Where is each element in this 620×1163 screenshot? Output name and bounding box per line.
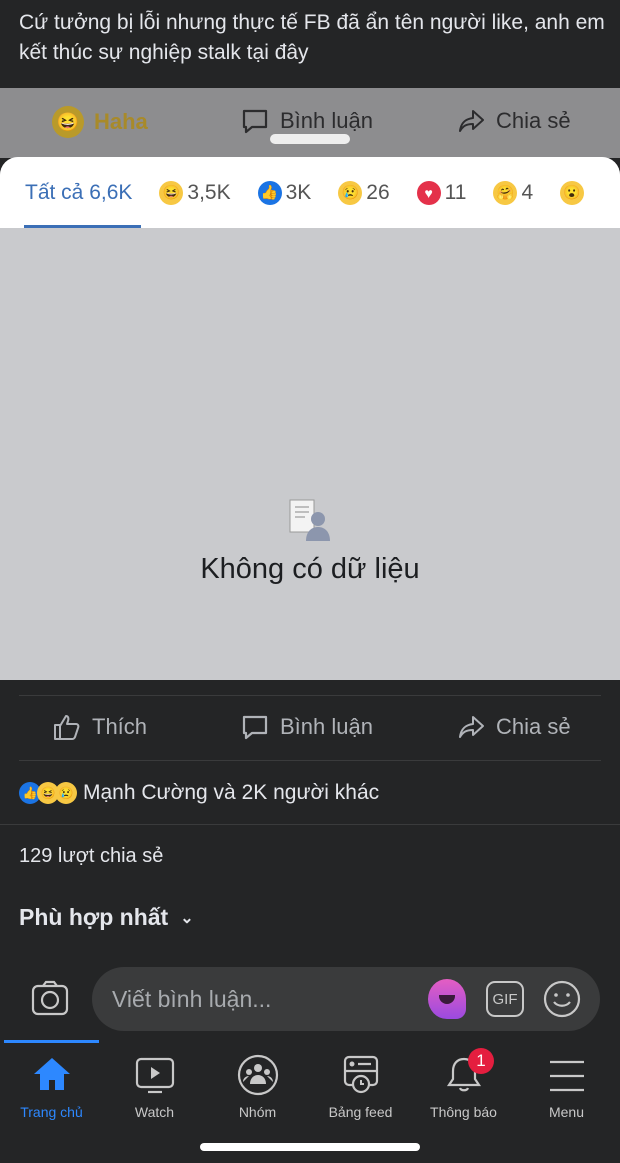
sad-icon: 😢 [338,180,363,205]
tab-count: 3,5K [187,180,231,204]
tab-label: Tất cả 6,6K [25,180,133,204]
sheet-grab-handle[interactable] [270,134,350,144]
sort-label: Phù hợp nhất [19,904,169,930]
share-icon [459,716,484,738]
active-tab-indicator [24,225,141,228]
tab-sad[interactable]: 😢 26 [338,180,390,205]
tab-wow[interactable]: 😮 [560,180,585,205]
emoji-icon[interactable] [542,979,582,1019]
nav-label: Bảng feed [328,1104,393,1120]
post-action-bar: Thích Bình luận Chia sẻ [0,712,620,746]
nav-home[interactable]: Trang chủ [0,1054,103,1120]
share-count[interactable]: 129 lượt chia sẻ [0,845,620,868]
dim-share-button[interactable]: Chia sẻ [456,106,571,136]
reaction-label: Haha [94,109,148,134]
care-icon: 🤗 [493,180,518,205]
nav-watch[interactable]: Watch [103,1054,206,1120]
empty-document-icon [289,499,330,541]
share-icon [459,110,484,132]
divider [19,695,601,696]
empty-state: Không có dữ liệu [0,497,620,586]
groups-icon [237,1054,278,1096]
empty-state-text: Không có dữ liệu [200,553,420,585]
nav-menu[interactable]: Menu [515,1054,618,1120]
chevron-down-icon: ⌄ [180,909,194,927]
gif-button[interactable]: GIF [486,981,524,1017]
nav-label: Thông báo [430,1104,497,1120]
home-indicator [200,1143,420,1151]
post-caption: Cứ tưởng bị lỗi nhưng thực tế FB đã ẩn t… [19,11,605,64]
comment-icon [242,715,268,740]
comment-sort-dropdown[interactable]: Phù hợp nhất ⌄ [0,904,620,931]
share-button[interactable]: Chia sẻ [456,712,571,742]
comment-label: Bình luận [280,714,373,739]
share-label: Chia sẻ [496,714,571,739]
tab-count: 26 [366,180,390,204]
nav-label: Watch [134,1104,175,1120]
tab-count: 4 [521,180,534,204]
comment-button[interactable]: Bình luận [240,712,373,742]
comment-input[interactable]: Viết bình luận... GIF [92,967,600,1031]
wow-icon: 😮 [560,180,585,205]
comment-label: Bình luận [280,108,373,133]
home-icon [33,1058,70,1090]
tab-care[interactable]: 🤗 4 [493,180,534,205]
nav-groups[interactable]: Nhóm [206,1054,309,1120]
menu-icon [549,1060,584,1092]
dim-comment-button[interactable]: Bình luận [240,106,373,136]
divider [19,760,601,761]
tab-count: 11 [444,180,467,204]
tab-count: 3K [285,180,312,204]
avatar-sticker-icon[interactable] [428,979,466,1019]
like-icon: 👍 [257,180,282,205]
sad-icon: 😢 [55,782,77,804]
comment-composer: Viết bình luận... GIF [0,958,620,1040]
nav-label: Menu [548,1104,585,1120]
divider [0,824,620,825]
active-nav-indicator [4,1040,99,1043]
haha-icon: 😆 [52,106,84,138]
tab-love[interactable]: ♥ 11 [416,180,467,205]
thumbs-up-icon [54,715,80,740]
tab-haha[interactable]: 😆 3,5K [159,180,231,205]
love-icon: ♥ [416,180,441,205]
notification-badge: 1 [468,1048,494,1074]
haha-icon: 😆 [159,180,184,205]
reaction-summary[interactable]: 👍 😆 😢 Mạnh Cường và 2K người khác [0,778,620,808]
nav-label: Nhóm [238,1104,277,1120]
comment-placeholder: Viết bình luận... [112,985,272,1012]
camera-icon[interactable] [30,978,70,1018]
reaction-summary-text: Mạnh Cường và 2K người khác [83,781,380,804]
comment-icon [242,109,268,134]
reaction-tabs: Tất cả 6,6K 😆 3,5K 👍 3K 😢 26 ♥ 11 🤗 4 😮 [0,157,620,228]
dimmed-action-bar: 😆 Haha Bình luận Chia sẻ [0,88,620,158]
like-button[interactable]: Thích [52,712,147,742]
share-label: Chia sẻ [496,108,571,133]
watch-icon [135,1057,174,1094]
reactions-sheet: Tất cả 6,6K 😆 3,5K 👍 3K 😢 26 ♥ 11 🤗 4 😮 Không… [0,157,620,680]
tab-all[interactable]: Tất cả 6,6K [25,181,132,205]
nav-label: Trang chủ [20,1104,83,1120]
tab-like[interactable]: 👍 3K [257,180,312,205]
nav-feed[interactable]: Bảng feed [309,1054,412,1120]
feed-icon [343,1055,378,1094]
haha-reaction-button[interactable]: 😆 Haha [52,106,148,138]
nav-notifications[interactable]: 1 Thông báo [412,1048,515,1120]
like-label: Thích [92,714,148,739]
